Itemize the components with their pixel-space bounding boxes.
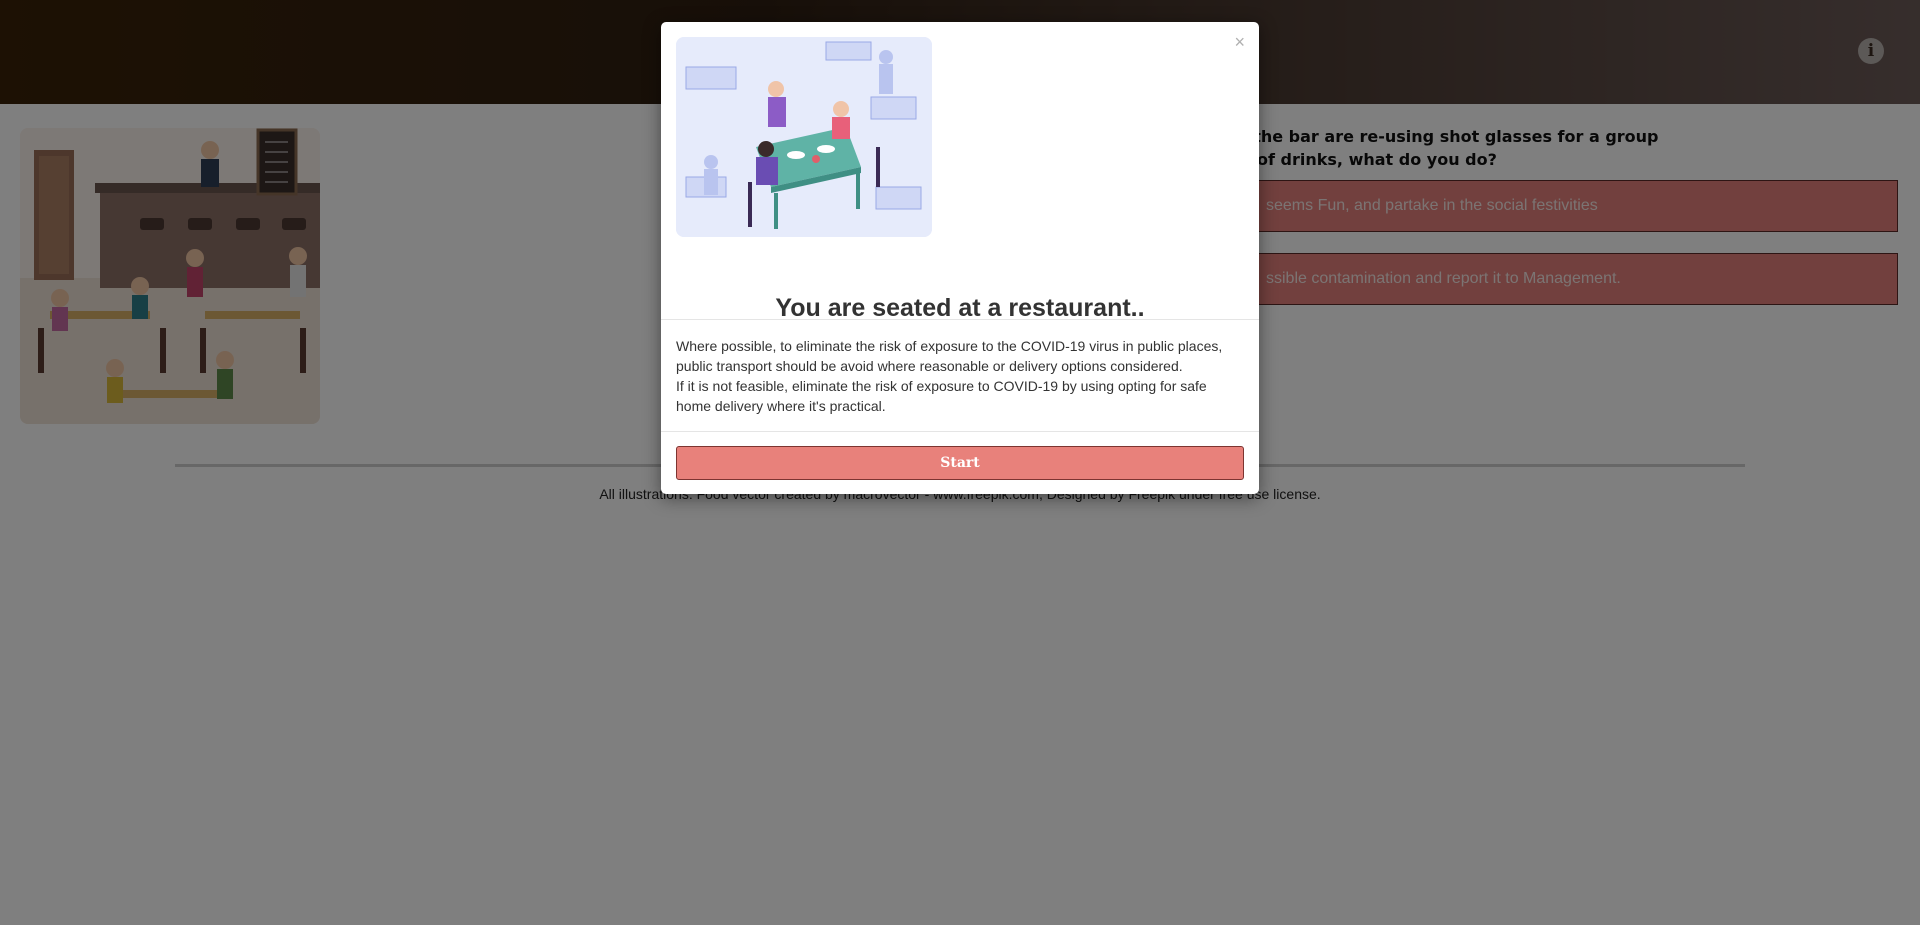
modal-divider-top <box>661 319 1259 320</box>
modal-body-text: Where possible, to eliminate the risk of… <box>676 336 1242 416</box>
modal-divider-bottom <box>661 431 1259 432</box>
restaurant-waiter-illustration <box>676 37 932 237</box>
close-icon[interactable]: × <box>1234 32 1245 52</box>
modal-body-paragraph-2: If it is not feasible, eliminate the ris… <box>676 378 1207 414</box>
scenario-modal: × You are seated at a restaurant.. Where… <box>661 22 1259 494</box>
modal-body-paragraph-1: Where possible, to eliminate the risk of… <box>676 338 1223 374</box>
start-button[interactable]: Start <box>676 446 1244 480</box>
